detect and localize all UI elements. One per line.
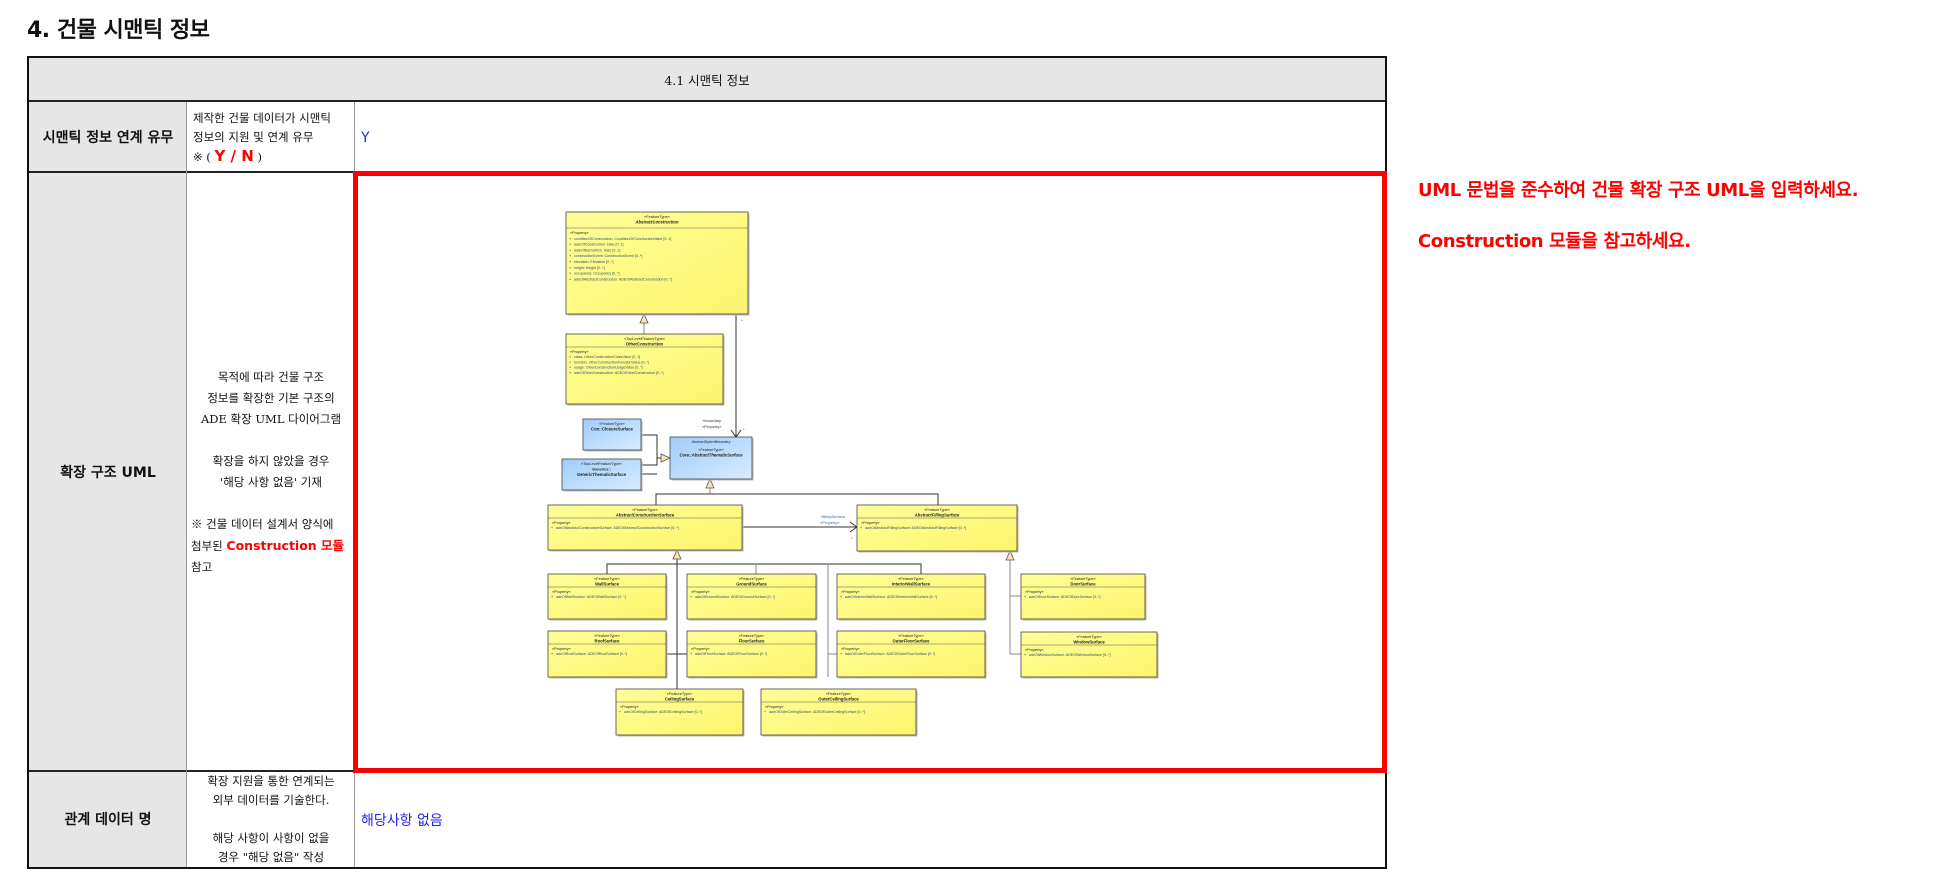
construction-module-ref: Construction 모듈 bbox=[226, 538, 345, 553]
related-data-value[interactable]: 해당사항 없음 bbox=[355, 772, 1385, 867]
section-title: 4. 건물 시맨틱 정보 bbox=[27, 18, 210, 43]
row-desc-extension-uml: 목적에 따라 건물 구조 정보를 확장한 기본 구조의 ADE 확장 UML 다… bbox=[191, 370, 345, 574]
row-desc-related-data: 확장 지원을 통한 연계되는 외부 데이터를 기술한다. 해당 사항이 사항이 … bbox=[207, 774, 335, 864]
uml-input-highlight-box bbox=[353, 171, 1387, 773]
instruction-note-uml: UML 문법을 준수하여 건물 확장 구조 UML을 입력하세요. bbox=[1418, 180, 1859, 201]
yn-options: Y / N bbox=[214, 146, 254, 165]
row-label-related-data: 관계 데이터 명 bbox=[29, 772, 187, 867]
row-label-semantic-link: 시맨틱 정보 연계 유무 bbox=[29, 102, 187, 173]
row-label-extension-uml: 확장 구조 UML bbox=[29, 173, 187, 772]
table-header: 4.1 시맨틱 정보 bbox=[29, 58, 1385, 101]
instruction-note-construction: Construction 모듈을 참고하세요. bbox=[1418, 231, 1691, 252]
row-desc-semantic-link: 제작한 건물 데이터가 시맨틱 정보의 지원 및 연계 유무 ※ ( Y / N… bbox=[193, 110, 331, 165]
semantic-link-value[interactable]: Y bbox=[355, 102, 1385, 173]
